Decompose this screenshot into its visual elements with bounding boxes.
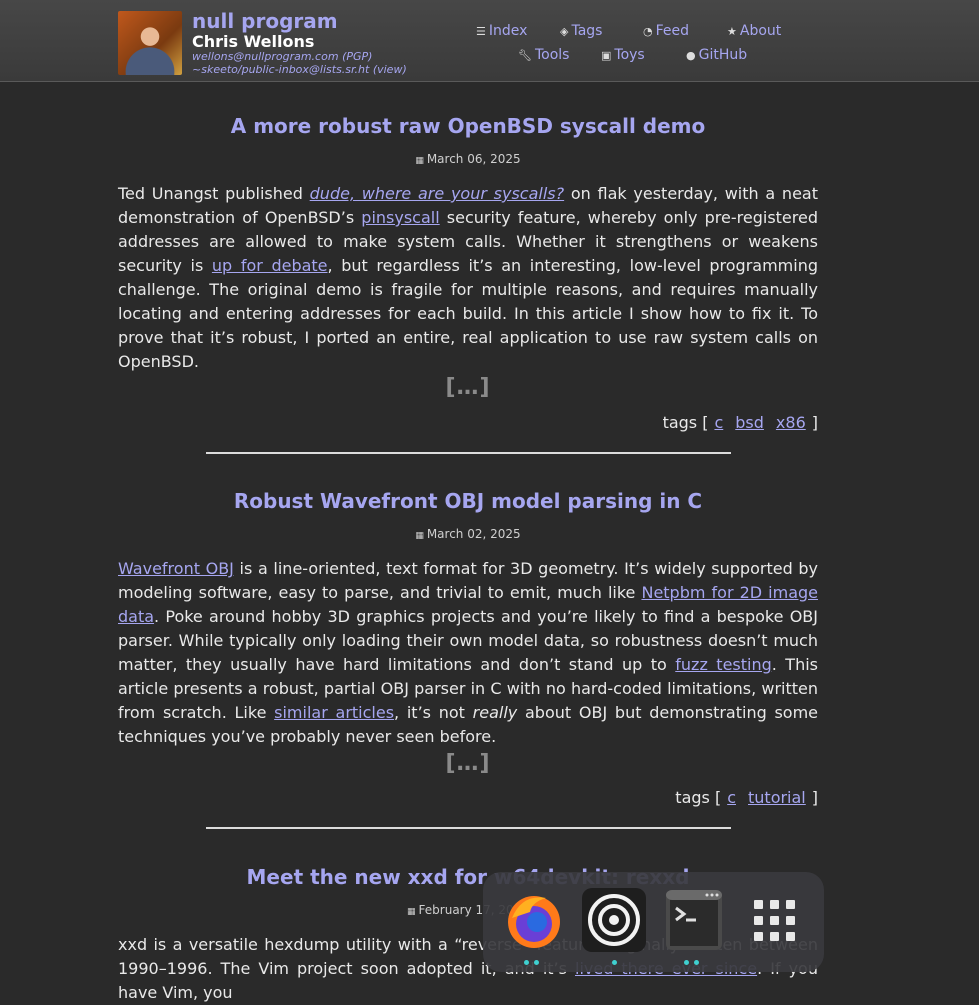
- article-date: ▦ March 02, 2025: [415, 527, 521, 541]
- nav-tools[interactable]: 🔧︎ Tools: [518, 47, 569, 63]
- github-icon: ●: [686, 49, 696, 62]
- article-summary: Wavefront OBJ is a line-oriented, text f…: [118, 559, 819, 746]
- rss-icon: ◔: [643, 25, 653, 38]
- tag-icon: ◈: [560, 25, 569, 38]
- link-wavefront-obj[interactable]: Wavefront OBJ: [118, 559, 234, 578]
- star-icon: ★: [727, 25, 737, 38]
- site-title-link[interactable]: null program: [192, 9, 338, 33]
- email-link[interactable]: wellons@nullprogram.com: [192, 50, 339, 63]
- nav-about[interactable]: ★ About: [727, 23, 781, 39]
- calendar-icon: ▦: [415, 531, 424, 541]
- link-similar-articles[interactable]: similar articles: [274, 703, 394, 722]
- obs-icon[interactable]: [582, 888, 646, 952]
- toy-icon: ▣: [601, 49, 612, 62]
- link-dude-where-syscalls[interactable]: dude, where are your syscalls?: [310, 184, 564, 203]
- nav-toys[interactable]: ▣ Toys: [601, 47, 645, 63]
- tag-x86[interactable]: x86: [776, 413, 806, 432]
- app-grid-icon[interactable]: [742, 888, 806, 952]
- tag-c[interactable]: c: [727, 788, 736, 807]
- article-divider: [206, 827, 731, 829]
- site-header: null program Chris Wellons wellons@nullp…: [0, 0, 979, 82]
- contact-email-line: wellons@nullprogram.com (PGP): [192, 50, 372, 63]
- read-more-link[interactable]: […]: [118, 375, 818, 400]
- calendar-icon: ▦: [415, 156, 424, 166]
- running-indicator: [694, 960, 699, 965]
- running-indicator: [612, 960, 617, 965]
- nav-index[interactable]: ☰ Index: [476, 23, 527, 39]
- article-title[interactable]: A more robust raw OpenBSD syscall demo: [118, 114, 818, 138]
- author-name: Chris Wellons: [192, 32, 315, 51]
- wrench-icon: 🔧︎: [518, 49, 532, 62]
- tag-c[interactable]: c: [714, 413, 723, 432]
- running-indicator: [684, 960, 689, 965]
- article-title[interactable]: Robust Wavefront OBJ model parsing in C: [118, 489, 818, 513]
- link-fuzz-testing[interactable]: fuzz testing: [675, 655, 772, 674]
- tag-tutorial[interactable]: tutorial: [748, 788, 806, 807]
- terminal-icon[interactable]: [662, 888, 726, 952]
- tag-bsd[interactable]: bsd: [735, 413, 764, 432]
- firefox-icon[interactable]: [502, 888, 566, 952]
- article-date: ▦ March 06, 2025: [415, 152, 521, 166]
- calendar-icon: ▦: [407, 907, 416, 917]
- avatar[interactable]: [118, 11, 182, 75]
- contact-inbox-line: ~skeeto/public-inbox@lists.sr.ht (view): [192, 63, 407, 76]
- running-indicator: [524, 960, 529, 965]
- nav-github[interactable]: ● GitHub: [686, 47, 747, 63]
- tag-list: tags [c bsd x86]: [662, 413, 818, 432]
- link-pinsyscall[interactable]: pinsyscall: [361, 208, 439, 227]
- article-divider: [206, 452, 731, 454]
- app-dock: [483, 872, 824, 972]
- inbox-view-link[interactable]: (view): [373, 63, 407, 76]
- inbox-link[interactable]: ~skeeto/public-inbox@lists.sr.ht: [192, 63, 369, 76]
- pgp-link[interactable]: (PGP): [342, 50, 372, 63]
- article-summary: Ted Unangst published dude, where are yo…: [118, 184, 819, 371]
- nav-feed[interactable]: ◔ Feed: [643, 23, 689, 39]
- read-more-link[interactable]: […]: [118, 751, 818, 776]
- nav-tags[interactable]: ◈ Tags: [560, 23, 602, 39]
- list-icon: ☰: [476, 25, 486, 38]
- running-indicator: [534, 960, 539, 965]
- tag-list: tags [c tutorial]: [675, 788, 818, 807]
- link-up-for-debate[interactable]: up for debate: [212, 256, 328, 275]
